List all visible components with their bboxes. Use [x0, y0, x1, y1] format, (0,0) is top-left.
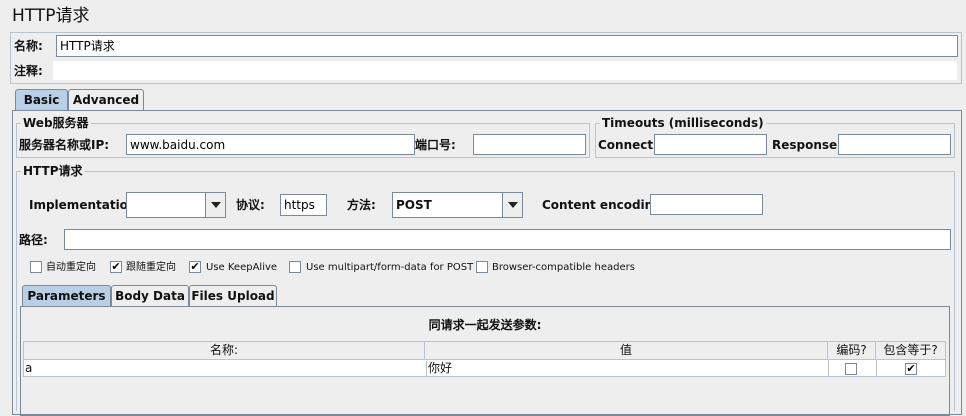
multipart-label: Use multipart/form-data for POST [306, 262, 474, 273]
chevron-down-icon[interactable] [205, 193, 225, 217]
params-header-encode: 编码? [828, 341, 876, 360]
method-value: POST [396, 198, 432, 212]
http-request-title: HTTP请求 [21, 164, 85, 178]
server-label: 服务器名称或IP: [19, 138, 110, 152]
param-cell-divider [828, 360, 829, 377]
comment-label: 注释: [14, 64, 43, 78]
param-name-cell[interactable]: a [25, 361, 423, 376]
param-value-cell[interactable]: 你好 [426, 361, 826, 376]
tab-advanced[interactable]: Advanced [68, 89, 144, 111]
params-header-include-equals: 包含等于? [876, 341, 946, 360]
method-label: 方法: [347, 198, 376, 212]
keepalive-label: Use KeepAlive [206, 262, 278, 273]
content-encoding-input[interactable] [650, 194, 763, 215]
tab-parameters[interactable]: Parameters [22, 285, 111, 307]
follow-redirect-checkbox[interactable]: ✔ [110, 261, 122, 273]
param-encode-checkbox[interactable] [845, 363, 857, 375]
keepalive-checkbox[interactable]: ✔ [189, 261, 201, 273]
path-label: 路径: [19, 233, 48, 247]
connect-label: Connect: [598, 138, 658, 152]
method-select[interactable]: POST [392, 192, 523, 218]
tab-body-data[interactable]: Body Data [111, 285, 189, 307]
web-server-title: Web服务器 [21, 116, 91, 130]
response-input[interactable] [838, 134, 951, 155]
name-label: 名称: [14, 39, 43, 53]
chevron-down-icon[interactable] [502, 193, 522, 217]
params-header-name: 名称: [23, 341, 425, 360]
port-label: 端口号: [415, 138, 456, 152]
response-label: Response: [772, 138, 842, 152]
comment-field[interactable] [52, 60, 958, 81]
browser-headers-checkbox[interactable] [476, 261, 488, 273]
tab-basic[interactable]: Basic [15, 89, 68, 111]
path-input[interactable] [64, 229, 951, 250]
protocol-input[interactable]: https [280, 194, 327, 216]
port-input[interactable] [473, 134, 586, 155]
tab-files-upload[interactable]: Files Upload [189, 285, 277, 307]
implementation-label: Implementation: [29, 198, 142, 212]
params-header-value: 值 [425, 341, 828, 360]
browser-headers-label: Browser-compatible headers [492, 262, 635, 273]
follow-redirect-label: 跟随重定向 [126, 262, 176, 273]
auto-redirect-label: 自动重定向 [46, 262, 96, 273]
auto-redirect-checkbox[interactable] [30, 261, 42, 273]
params-caption: 同请求一起发送参数: [428, 318, 542, 332]
connect-input[interactable] [654, 134, 767, 155]
server-input[interactable]: www.baidu.com [126, 134, 415, 155]
param-include-equals-checkbox[interactable]: ✔ [905, 363, 917, 375]
content-encoding-label: Content encoding: [542, 198, 667, 212]
timeouts-title: Timeouts (milliseconds) [600, 116, 766, 130]
multipart-checkbox[interactable] [289, 261, 301, 273]
protocol-label: 协议: [236, 198, 265, 212]
implementation-select[interactable] [126, 192, 226, 218]
param-cell-divider [876, 360, 877, 377]
name-field[interactable]: HTTP请求 [56, 35, 958, 57]
page-title: HTTP请求 [12, 6, 90, 26]
